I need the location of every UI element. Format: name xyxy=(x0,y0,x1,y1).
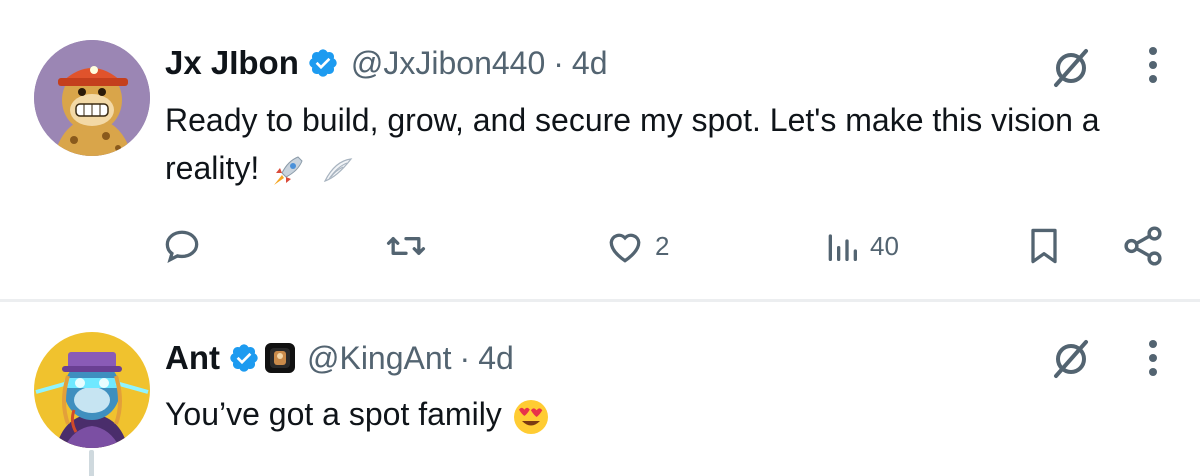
post-jx-jibon[interactable]: Jx JIbon @JxJibon440 · 4d Ready to build… xyxy=(0,0,1200,300)
author-handle[interactable]: @KingAnt xyxy=(307,340,452,377)
views-chart-icon xyxy=(828,234,857,261)
rocket-emoji-icon xyxy=(268,151,308,191)
affiliate-badge-icon[interactable] xyxy=(264,343,295,373)
reply-icon xyxy=(165,230,199,264)
author-name[interactable]: Jx JIbon xyxy=(165,44,299,82)
post-time[interactable]: 4d xyxy=(572,45,608,82)
retweet-button[interactable] xyxy=(383,218,437,274)
post-actions: 2 40 xyxy=(0,218,1200,274)
heart-icon xyxy=(609,233,641,263)
avatar[interactable] xyxy=(34,332,150,448)
bookmark-icon xyxy=(1031,228,1057,264)
retweet-icon xyxy=(386,237,426,255)
author-handle[interactable]: @JxJibon440 xyxy=(351,45,545,82)
thread-line xyxy=(89,450,94,476)
post-king-ant[interactable]: Ant @KingAnt · 4d You’ve got a spot fami… xyxy=(0,302,1200,476)
post-header: Jx JIbon @JxJibon440 · 4d xyxy=(165,40,608,86)
verified-badge-icon[interactable] xyxy=(228,342,260,374)
bookmark-button[interactable] xyxy=(1022,218,1066,274)
author-name[interactable]: Ant xyxy=(165,339,220,377)
separator-dot: · xyxy=(459,339,471,376)
more-options-icon[interactable] xyxy=(1146,47,1160,87)
post-text: Ready to build, grow, and secure my spot… xyxy=(165,96,1145,192)
like-count: 2 xyxy=(655,230,670,261)
reply-button[interactable] xyxy=(160,218,212,274)
share-icon xyxy=(1124,226,1162,266)
more-options-icon[interactable] xyxy=(1146,340,1160,380)
views-button[interactable]: 40 xyxy=(822,218,899,274)
reply-feed: Jx JIbon @JxJibon440 · 4d Ready to build… xyxy=(0,0,1200,476)
heart-eyes-emoji-icon xyxy=(511,397,551,437)
separator-dot: · xyxy=(553,44,564,81)
post-time[interactable]: 4d xyxy=(478,340,514,377)
grok-icon[interactable] xyxy=(1048,45,1094,91)
wing-emoji-icon xyxy=(317,151,357,191)
grok-icon[interactable] xyxy=(1048,336,1094,382)
avatar[interactable] xyxy=(34,40,150,156)
post-text: You’ve got a spot family xyxy=(165,390,1145,438)
views-count: 40 xyxy=(870,230,899,261)
share-button[interactable] xyxy=(1118,218,1168,274)
verified-badge-icon[interactable] xyxy=(307,47,339,79)
post-header: Ant @KingAnt · 4d xyxy=(165,335,514,381)
post-text-content: You’ve got a spot family xyxy=(165,396,502,432)
like-button[interactable]: 2 xyxy=(603,218,669,274)
